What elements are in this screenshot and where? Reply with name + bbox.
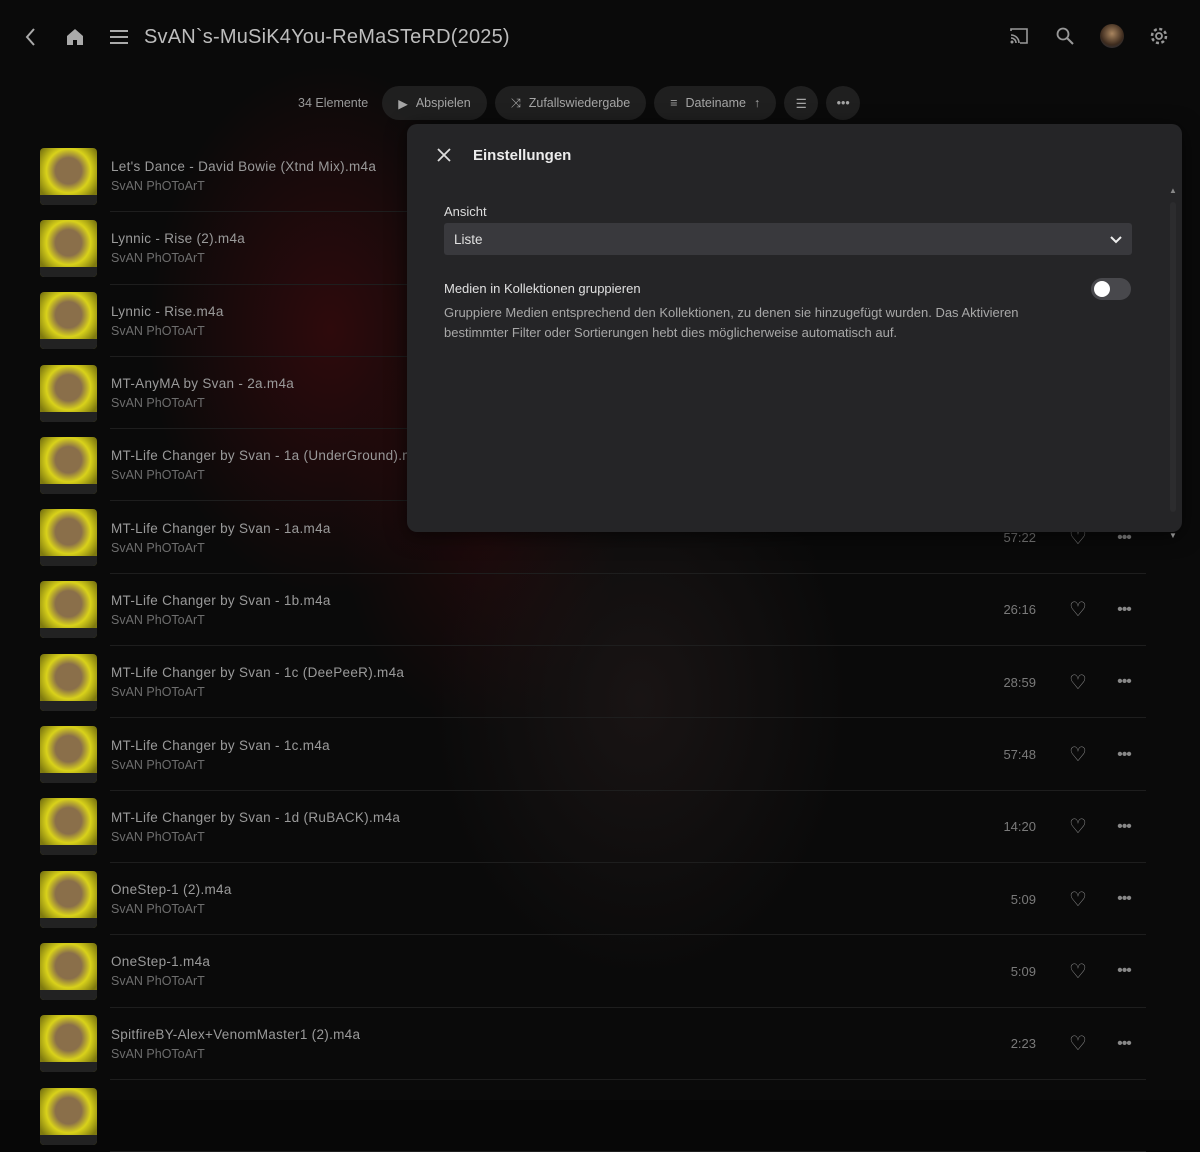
back-icon[interactable]	[20, 26, 42, 48]
group-toggle[interactable]	[1091, 278, 1131, 300]
track-title: OneStep-1.m4a	[111, 954, 211, 970]
album-art	[40, 364, 97, 422]
gear-icon[interactable]	[1148, 25, 1170, 47]
track-duration: 5:09	[1010, 963, 1036, 979]
dialog-scrollbar[interactable]: ▲ ▼	[1169, 186, 1178, 540]
more-icon[interactable]: •••	[1114, 890, 1134, 908]
more-icon[interactable]: •••	[1114, 746, 1134, 764]
album-art	[40, 653, 97, 711]
more-icon[interactable]: •••	[1114, 1035, 1134, 1053]
filter-button[interactable]: ☰	[784, 86, 819, 120]
more-options-button[interactable]: •••	[826, 86, 861, 120]
list-item[interactable]	[40, 1080, 1146, 1152]
track-duration: 5:09	[1010, 891, 1036, 907]
item-count: 34 Elemente	[298, 96, 369, 110]
heart-icon[interactable]: ♡	[1068, 814, 1088, 839]
chevron-down-icon	[1110, 232, 1122, 247]
menu-icon[interactable]	[108, 26, 130, 48]
sort-icon: ≡	[670, 96, 678, 110]
heart-icon[interactable]: ♡	[1068, 887, 1088, 912]
more-icon[interactable]: •••	[1114, 818, 1134, 836]
track-duration: 57:22	[1003, 530, 1036, 546]
track-title: SpitfireBY-Alex+VenomMaster1 (2).m4a	[111, 1026, 361, 1042]
arrow-up-icon: ↑	[753, 96, 761, 110]
filter-icon: ☰	[795, 96, 807, 111]
page-title: SvAN`s-MuSiK4You-ReMaSTeRD(2025)	[144, 25, 510, 48]
track-duration: 26:16	[1003, 602, 1036, 618]
track-artist: SvAN PhOToArT	[111, 1046, 205, 1061]
play-icon: ▶	[398, 96, 408, 111]
track-artist: SvAN PhOToArT	[111, 612, 205, 627]
heart-icon[interactable]: ♡	[1068, 670, 1088, 695]
track-duration: 28:59	[1003, 674, 1036, 690]
avatar[interactable]	[1100, 24, 1124, 48]
track-artist: SvAN PhOToArT	[111, 757, 205, 772]
heart-icon[interactable]: ♡	[1068, 742, 1088, 767]
track-title: MT-Life Changer by Svan - 1b.m4a	[111, 592, 331, 608]
track-artist: SvAN PhOToArT	[111, 974, 205, 989]
list-item[interactable]: MT-Life Changer by Svan - 1b.m4a SvAN PhO…	[40, 574, 1146, 647]
track-artist: SvAN PhOToArT	[111, 685, 205, 700]
cast-icon[interactable]	[1008, 25, 1030, 47]
album-art	[40, 581, 97, 639]
group-label: Medien in Kollektionen gruppieren	[444, 281, 641, 296]
shuffle-icon: ⤨	[510, 95, 521, 110]
shuffle-button[interactable]: ⤨ Zufallswiedergabe	[494, 86, 647, 120]
track-title: MT-Life Changer by Svan - 1c (DeePeeR).m…	[111, 665, 405, 681]
list-item[interactable]: MT-Life Changer by Svan - 1c (DeePeeR).m…	[40, 646, 1146, 719]
track-artist: SvAN PhOToArT	[111, 829, 205, 844]
album-art	[40, 870, 97, 928]
top-bar: SvAN`s-MuSiK4You-ReMaSTeRD(2025)	[0, 0, 1200, 74]
list-item[interactable]: MT-Life Changer by Svan - 1d (RuBACK).m4…	[40, 791, 1146, 864]
track-artist: SvAN PhOToArT	[111, 902, 205, 917]
view-label: Ansicht	[444, 204, 487, 219]
close-icon[interactable]	[433, 144, 455, 166]
list-toolbar: 34 Elemente ▶ Abspielen ⤨ Zufallswiedergab…	[298, 86, 861, 120]
more-icon[interactable]: •••	[1114, 673, 1134, 691]
sort-button[interactable]: ≡ Dateiname ↑	[654, 86, 777, 120]
album-art	[40, 726, 97, 784]
track-title: MT-Life Changer by Svan - 1c.m4a	[111, 737, 330, 753]
album-art	[40, 1015, 97, 1073]
album-art	[40, 147, 97, 205]
more-icon: •••	[836, 96, 850, 110]
settings-dialog: Einstellungen Ansicht Liste Medien in Ko…	[407, 124, 1182, 540]
album-art	[40, 219, 97, 277]
track-duration: 2:23	[1010, 1036, 1036, 1052]
album-art	[40, 798, 97, 856]
album-art	[40, 436, 97, 494]
album-art	[40, 1087, 97, 1145]
track-title: OneStep-1 (2).m4a	[111, 882, 232, 898]
view-select[interactable]: Liste	[444, 223, 1132, 255]
track-title: MT-Life Changer by Svan - 1d (RuBACK).m4…	[111, 809, 401, 825]
heart-icon[interactable]: ♡	[1068, 959, 1088, 984]
group-description: Gruppiere Medien entsprechend den Kollek…	[444, 305, 1019, 340]
track-duration: 57:48	[1003, 747, 1036, 763]
list-item[interactable]: SpitfireBY-Alex+VenomMaster1 (2).m4a SvAN…	[40, 1008, 1146, 1081]
album-art	[40, 509, 97, 567]
heart-icon[interactable]: ♡	[1068, 597, 1088, 622]
list-item[interactable]: MT-Life Changer by Svan - 1c.m4a SvAN PhO…	[40, 718, 1146, 791]
more-icon[interactable]: •••	[1114, 601, 1134, 619]
home-icon[interactable]	[64, 26, 86, 48]
list-item[interactable]: OneStep-1 (2).m4a SvAN PhOToArT 5:09 ♡ ••…	[40, 863, 1146, 936]
track-duration: 14:20	[1003, 819, 1036, 835]
heart-icon[interactable]: ♡	[1068, 1031, 1088, 1056]
track-artist: SvAN PhOToArT	[111, 540, 205, 555]
search-icon[interactable]	[1054, 25, 1076, 47]
album-art	[40, 292, 97, 350]
album-art	[40, 942, 97, 1000]
more-icon[interactable]: •••	[1114, 962, 1134, 980]
list-item[interactable]: OneStep-1.m4a SvAN PhOToArT 5:09 ♡ •••	[40, 935, 1146, 1008]
play-button[interactable]: ▶ Abspielen	[382, 86, 487, 120]
dialog-title: Einstellungen	[473, 146, 572, 164]
